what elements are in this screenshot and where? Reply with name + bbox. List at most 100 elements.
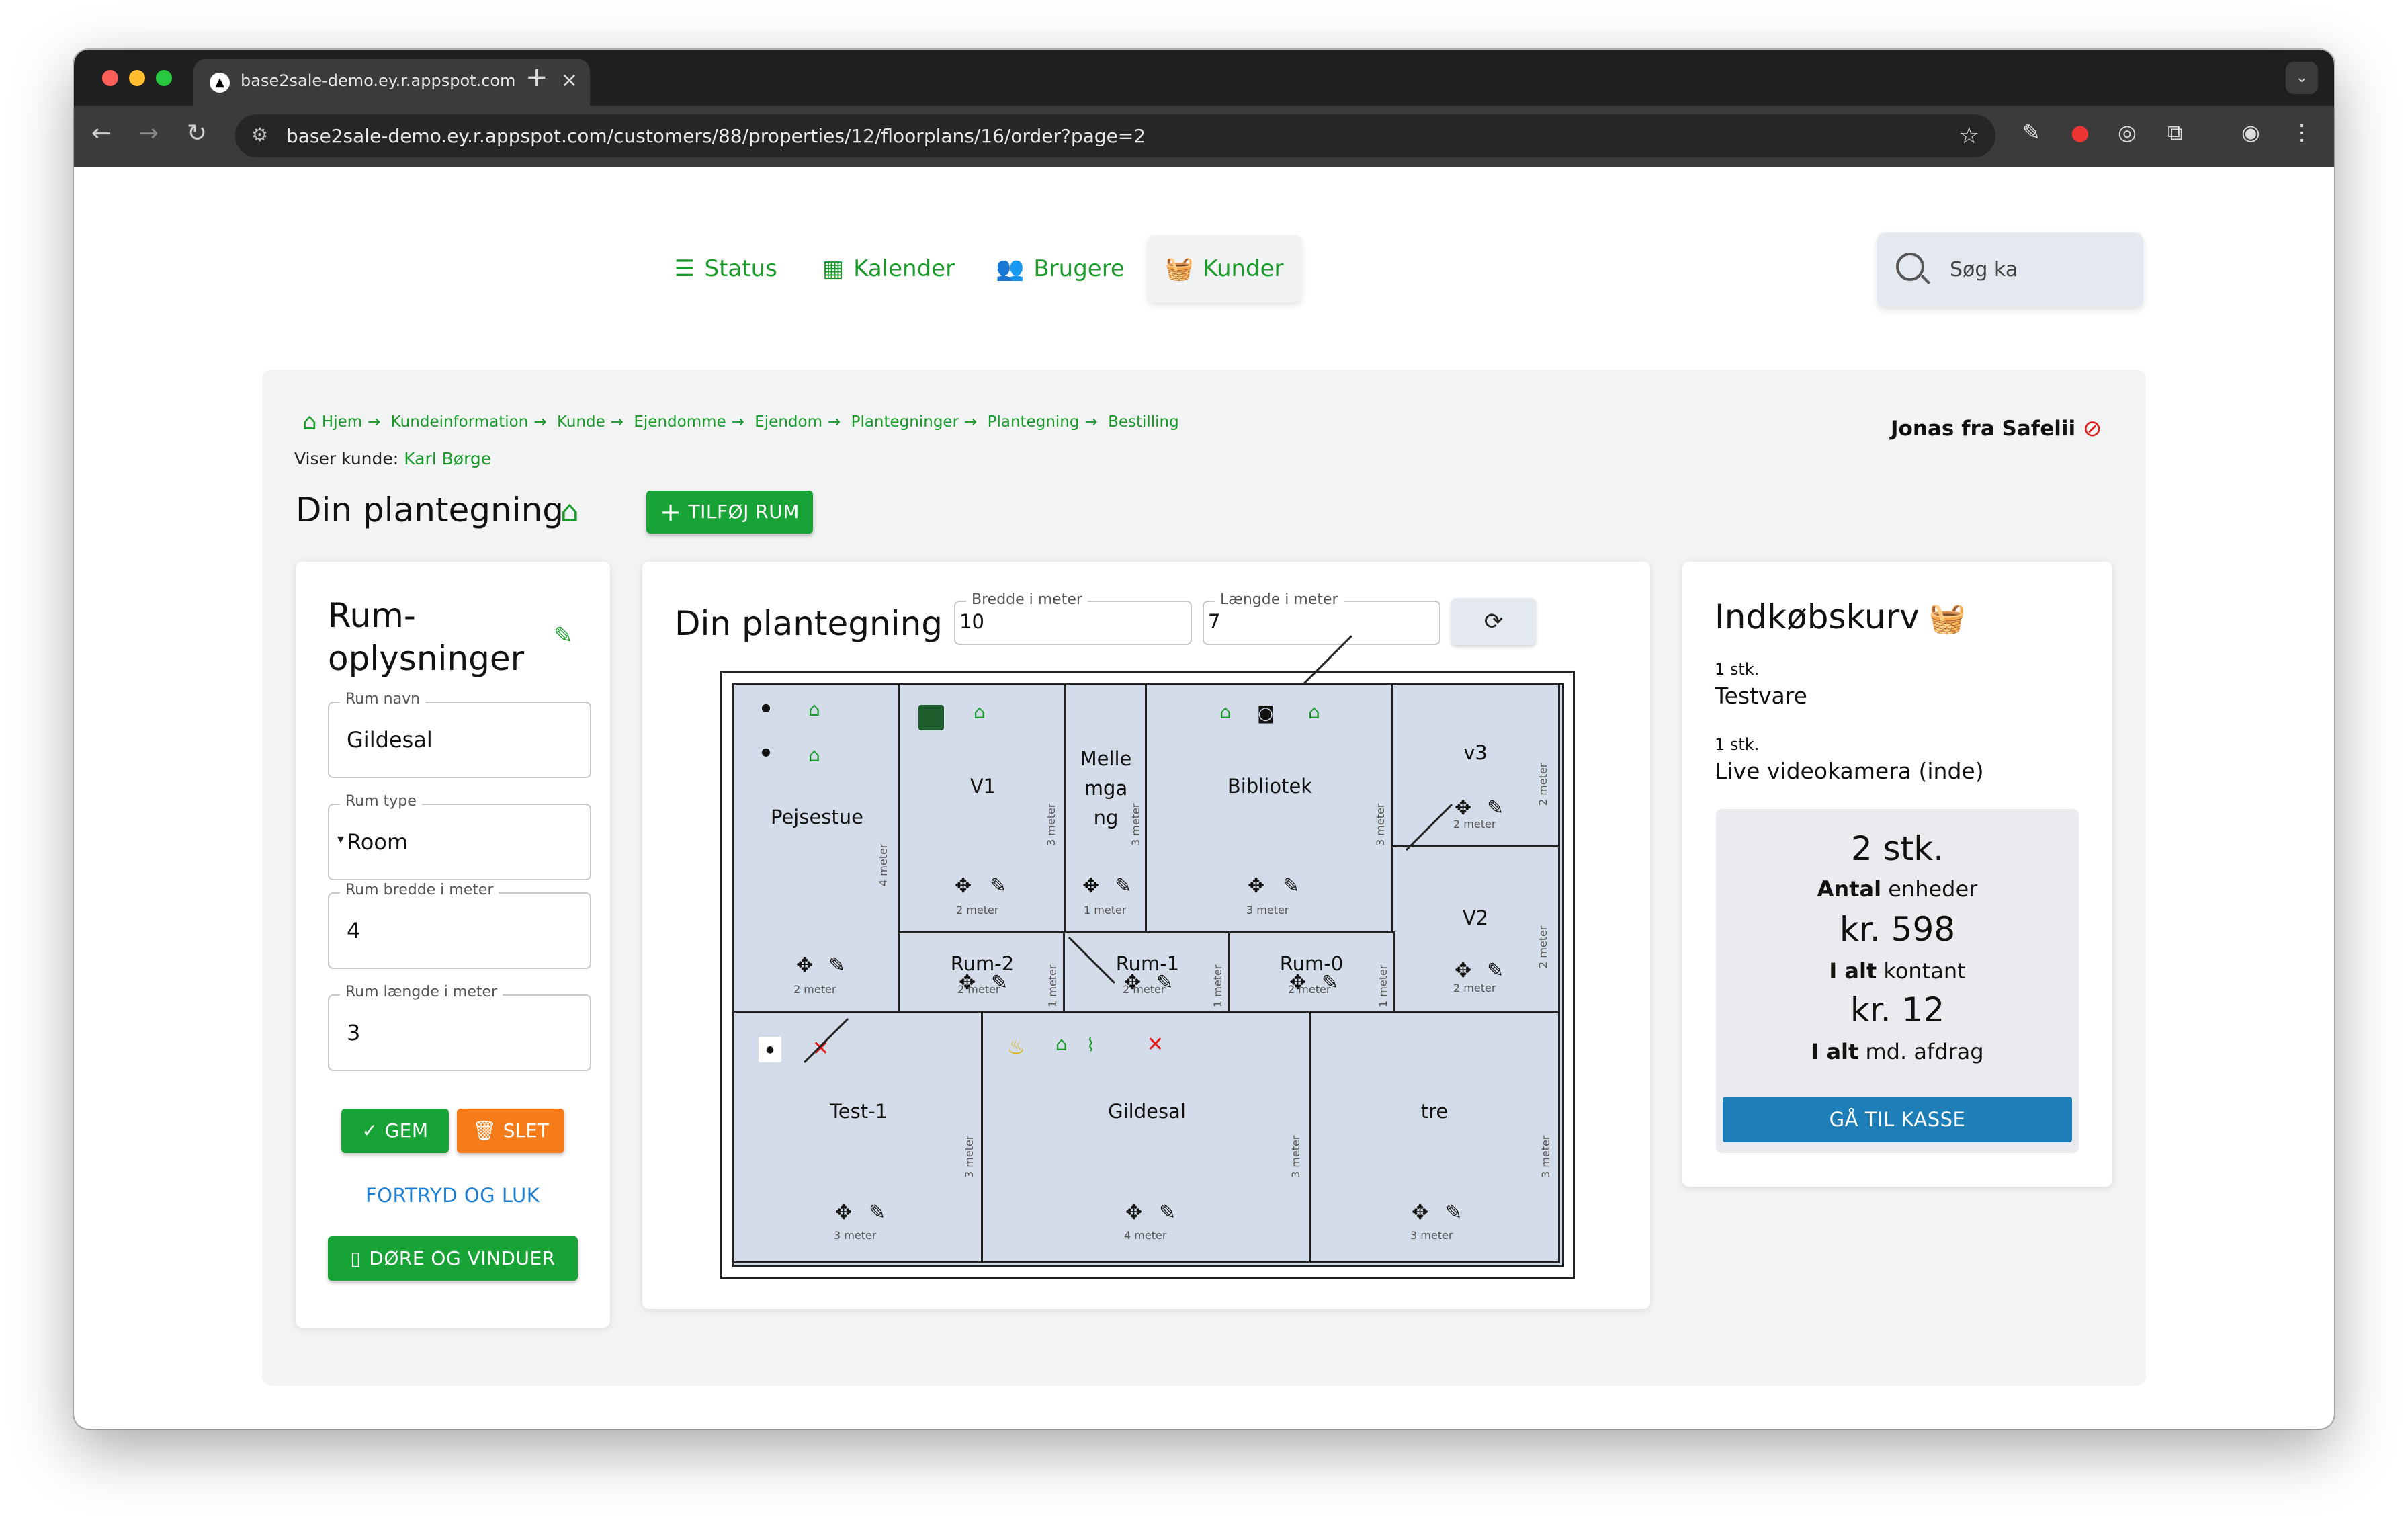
edit-icon[interactable]: ✎: [1445, 1201, 1462, 1224]
refresh-button[interactable]: ⟳: [1451, 598, 1536, 645]
nav-kalender[interactable]: ▦ Kalender: [822, 235, 955, 302]
trash-icon: 🗑: [472, 1119, 497, 1142]
edit-icon[interactable]: ✎: [1159, 1201, 1176, 1224]
remove-icon[interactable]: ✕: [1147, 1033, 1164, 1056]
move-icon[interactable]: ✥: [1455, 796, 1471, 820]
edit-icon[interactable]: ✎: [1487, 959, 1504, 982]
sensor-icon: ⌇: [1086, 1035, 1095, 1056]
room-v1[interactable]: V1 ⌂ ✥ ✎ 2 meter 3 meter: [898, 683, 1068, 935]
room-rum-0[interactable]: Rum-0 ✥ ✎ 2 meter 1 meter: [1228, 931, 1395, 1015]
user-name: Jonas fra Safelii: [1891, 417, 2076, 441]
edit-icon[interactable]: ✎: [1487, 796, 1504, 820]
edit-pencil-icon[interactable]: ✎: [554, 622, 573, 649]
save-button[interactable]: ✓ GEM: [341, 1109, 449, 1153]
edit-icon[interactable]: ✎: [828, 953, 845, 977]
units-label: Antal enheder: [1817, 876, 1978, 902]
crumb-bestilling[interactable]: Bestilling: [1108, 413, 1179, 431]
room-tre[interactable]: tre ✥ ✎ 3 meter 3 meter: [1309, 1011, 1560, 1263]
total-price: kr. 598: [1839, 910, 1956, 949]
move-icon[interactable]: ✥: [835, 1201, 852, 1224]
cash-label: I alt kontant: [1829, 958, 1966, 984]
incognito-extension-icon[interactable]: ◎: [2118, 120, 2137, 145]
puzzle-extension-icon[interactable]: ⧉: [2167, 120, 2183, 146]
move-icon[interactable]: ✥: [955, 874, 972, 898]
crumb-ejendom[interactable]: Ejendom: [755, 413, 822, 431]
reload-icon[interactable]: ↻: [187, 120, 207, 147]
site-info-icon[interactable]: ⚙: [251, 124, 268, 146]
room-gildesal[interactable]: Gildesal ♨ ⌂ ⌇ ✕ ✥ ✎ 4 meter 3 meter: [981, 1011, 1313, 1263]
nav-status[interactable]: ☰ Status: [675, 235, 777, 302]
pen-extension-icon[interactable]: ✎: [2022, 120, 2040, 145]
plus-icon: +: [660, 497, 682, 527]
width-input[interactable]: Bredde i meter 10: [954, 591, 1192, 645]
crumb-kundeinformation[interactable]: Kundeinformation: [391, 413, 529, 431]
room-pejsestue[interactable]: Pejsestue ⌂ ⌂ ● ● ✥ ✎ 2 meter 4 meter: [732, 683, 902, 1015]
cancel-close-link[interactable]: FORTRYD OG LUK: [366, 1184, 540, 1207]
maximize-window-button[interactable]: [156, 70, 172, 86]
add-room-button[interactable]: + TILFØJ RUM: [646, 491, 813, 534]
floorplan-title: Din plantegning: [675, 604, 943, 643]
list-check-icon: ☰: [675, 255, 695, 282]
total-qty: 2 stk.: [1850, 829, 1944, 868]
refresh-icon: ⟳: [1484, 608, 1504, 635]
move-icon[interactable]: ✥: [1412, 1201, 1428, 1224]
customer-name-link[interactable]: Karl Børge: [404, 449, 491, 468]
room-test-1[interactable]: Test-1 ● ✕ ✥ ✎ 3 meter 3 meter: [732, 1011, 985, 1263]
move-icon[interactable]: ✥: [1455, 959, 1471, 982]
edit-icon[interactable]: ✎: [1115, 874, 1131, 898]
doors-windows-button[interactable]: ▯ DØRE OG VINDUER: [328, 1236, 578, 1281]
checkout-button[interactable]: GÅ TIL KASSE: [1723, 1097, 2072, 1142]
crumb-hjem[interactable]: Hjem: [322, 413, 362, 431]
room-v3[interactable]: v3 ✥ ✎ 2 meter 2 meter: [1391, 683, 1560, 849]
home-icon[interactable]: ⌂: [302, 409, 317, 435]
address-bar[interactable]: ⚙ base2sale-demo.ey.r.appspot.com/custom…: [235, 114, 1995, 157]
door-icon: ▯: [350, 1247, 361, 1269]
close-tab-icon[interactable]: ×: [561, 69, 578, 92]
back-icon[interactable]: ←: [91, 120, 112, 147]
delete-button[interactable]: 🗑 SLET: [457, 1109, 564, 1153]
house-icon: ⌂: [1219, 701, 1232, 723]
dropdown-arrow-icon: ▾: [337, 831, 345, 847]
move-icon[interactable]: ✥: [1082, 874, 1099, 898]
house-icon: ⌂: [1056, 1033, 1068, 1055]
room-rum-2[interactable]: Rum-2 ✥ ✎ 2 meter 1 meter: [898, 931, 1067, 1015]
room-bibliotek[interactable]: Bibliotek ⌂ ◙ ⌂ ✥ ✎ 3 meter 3 meter: [1145, 683, 1395, 935]
room-length-field[interactable]: Rum længde i meter 3: [328, 984, 591, 1071]
edit-icon[interactable]: ✎: [1283, 874, 1299, 898]
move-icon[interactable]: ✥: [796, 953, 813, 977]
room-rum-1[interactable]: Rum-1 ✥ ✎ 2 meter 1 meter: [1063, 931, 1232, 1015]
bookmark-star-icon[interactable]: ☆: [1959, 122, 1979, 149]
room-width-field[interactable]: Rum bredde i meter 4: [328, 882, 591, 969]
nav-kunder[interactable]: 🧺 Kunder: [1148, 235, 1301, 302]
move-icon[interactable]: ✥: [1125, 1201, 1142, 1224]
tab-search-icon[interactable]: ⌄: [2286, 62, 2318, 94]
edit-icon[interactable]: ✎: [869, 1201, 886, 1224]
room-type-select[interactable]: Rum type ▾ Room: [328, 793, 591, 880]
house-icon: ⌂: [560, 495, 579, 529]
customer-indicator: Viser kunde: Karl Børge: [294, 449, 492, 468]
room-mellemgang[interactable]: Melle mga ng ✥ ✎ 1 meter 3 meter: [1064, 683, 1149, 935]
house-icon: ⌂: [808, 744, 820, 766]
length-input[interactable]: Længde i meter 7: [1203, 591, 1440, 645]
page-title: Din plantegning: [296, 491, 564, 529]
crumb-kunde[interactable]: Kunde: [557, 413, 605, 431]
search-box[interactable]: Søg ka: [1877, 232, 2143, 308]
minimize-window-button[interactable]: [129, 70, 145, 86]
nav-brugere[interactable]: 👥 Brugere: [996, 235, 1125, 302]
favicon-icon: ▲: [210, 73, 230, 93]
search-input[interactable]: Søg ka: [1950, 258, 2018, 282]
crumb-plantegning[interactable]: Plantegning: [988, 413, 1080, 431]
room-v2[interactable]: V2 ✥ ✎ 2 meter 2 meter: [1391, 845, 1560, 1015]
edit-icon[interactable]: ✎: [990, 874, 1006, 898]
crumb-ejendomme[interactable]: Ejendomme: [634, 413, 726, 431]
profile-avatar-icon[interactable]: ◉: [2241, 120, 2260, 145]
room-name-field[interactable]: Rum navn Gildesal: [328, 691, 591, 778]
adblock-extension-icon[interactable]: ●: [2071, 120, 2090, 145]
close-window-button[interactable]: [102, 70, 118, 86]
forward-icon[interactable]: →: [138, 120, 159, 147]
new-tab-icon[interactable]: +: [525, 62, 548, 93]
user-off-icon[interactable]: ⊘: [2083, 415, 2102, 442]
more-menu-icon[interactable]: ⋮: [2291, 120, 2313, 145]
move-icon[interactable]: ✥: [1248, 874, 1264, 898]
crumb-plantegninger[interactable]: Plantegninger: [851, 413, 959, 431]
